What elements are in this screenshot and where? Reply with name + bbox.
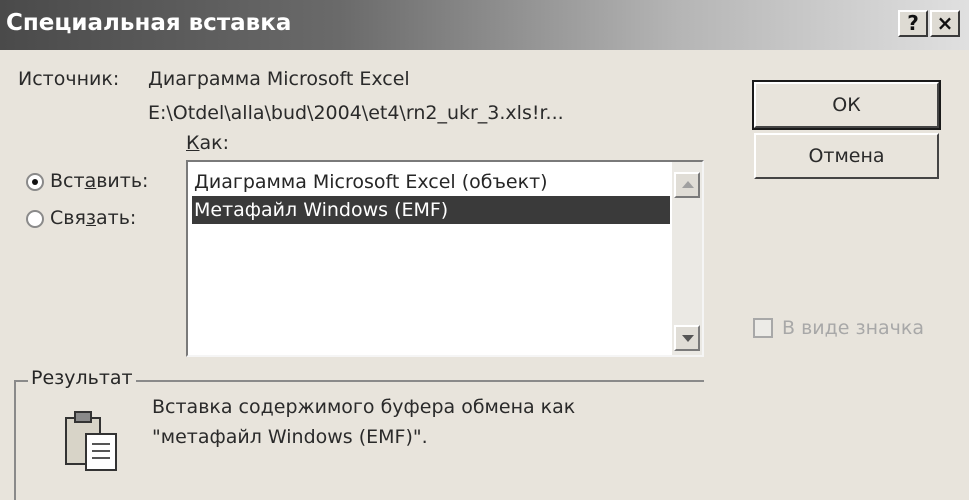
as-icon-checkbox[interactable] (753, 318, 773, 338)
scroll-down-button[interactable] (674, 325, 700, 351)
source-name: Диаграмма Microsoft Excel (148, 68, 410, 90)
format-item-emf[interactable]: Метафайл Windows (EMF) (192, 196, 670, 224)
dialog-title: Специальная вставка (6, 10, 292, 36)
scroll-up-arrow-icon (682, 181, 694, 188)
source-label: Источник: (18, 68, 120, 90)
paste-label-post: вить: (96, 170, 149, 192)
title-bar: Специальная вставка ? × (0, 0, 969, 50)
link-label-pre: Свя (50, 207, 86, 229)
link-label-post: ать: (96, 207, 137, 229)
link-radio-label[interactable]: Связать: (50, 207, 136, 229)
result-text-line2: "метафайл Windows (EMF)". (152, 426, 428, 448)
as-label-rest: ак: (199, 132, 230, 154)
help-button[interactable]: ? (898, 10, 928, 37)
as-label: Как: (186, 132, 229, 154)
format-item-excel-object[interactable]: Диаграмма Microsoft Excel (объект) (192, 168, 548, 196)
clipboard-paste-icon (65, 411, 117, 471)
cancel-button[interactable]: Отмена (754, 133, 939, 179)
scroll-down-arrow-icon (682, 335, 694, 342)
result-legend: Результат (28, 367, 136, 389)
source-path: E:\Otdel\alla\bud\2004\et4\rn2_ukr_3.xls… (148, 102, 564, 124)
paste-label-pre: Вст (50, 170, 85, 192)
link-radio[interactable] (26, 210, 44, 228)
link-label-hotkey: з (85, 207, 97, 229)
paste-radio-dot (32, 179, 38, 185)
ok-button[interactable]: ОК (752, 80, 941, 130)
result-text-line1: Вставка содержимого буфера обмена как (152, 396, 576, 418)
scroll-up-button[interactable] (674, 172, 700, 198)
as-icon-label[interactable]: В виде значка (782, 317, 924, 339)
as-label-hotkey: К (186, 132, 200, 154)
format-list[interactable]: Диаграмма Microsoft Excel (объект) Метаф… (186, 160, 704, 357)
format-list-scrollbar[interactable] (672, 162, 702, 355)
paste-label-hotkey: а (84, 170, 97, 192)
close-button[interactable]: × (930, 10, 960, 37)
paste-radio[interactable] (26, 173, 44, 191)
paste-radio-label[interactable]: Вставить: (50, 170, 148, 192)
